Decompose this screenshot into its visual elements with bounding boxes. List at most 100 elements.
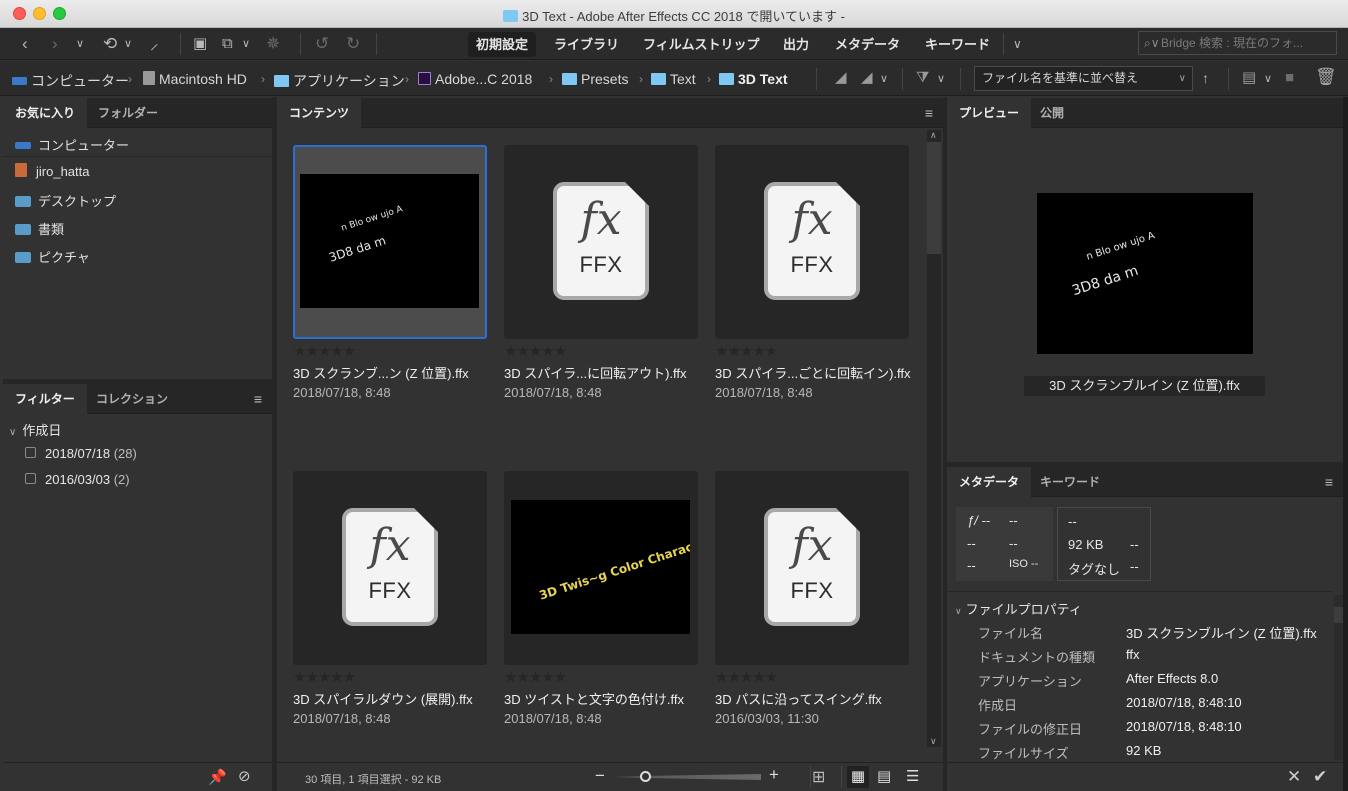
tab-preview[interactable]: プレビュー <box>947 98 1032 128</box>
favorite-item-pictures[interactable]: ピクチャ <box>15 247 90 266</box>
recent-folder-chevron-icon[interactable]: ∨ <box>1264 69 1272 89</box>
sort-ascending-icon[interactable]: ↑ <box>1202 68 1209 88</box>
refine-icon[interactable]: ✵ <box>266 34 280 54</box>
breadcrumb-adobe-ae[interactable]: Adobe...C 2018 <box>418 71 532 87</box>
breadcrumb-presets[interactable]: Presets <box>562 71 628 87</box>
breadcrumb-applications[interactable]: アプリケーション <box>274 71 405 91</box>
favorite-item-home[interactable]: jiro_hatta <box>15 163 89 179</box>
tab-publish[interactable]: 公開 <box>1028 98 1076 128</box>
property-value[interactable]: 92 KB <box>1126 743 1161 758</box>
panel-menu-icon[interactable]: ≡ <box>254 392 262 406</box>
property-value[interactable]: After Effects 8.0 <box>1126 671 1218 686</box>
rating-stars[interactable]: ★★★★★ <box>293 668 356 686</box>
panel-menu-icon[interactable]: ≡ <box>925 106 933 120</box>
rating-stars[interactable]: ★★★★★ <box>293 342 356 360</box>
quality-chevron-icon[interactable]: ∨ <box>880 69 888 89</box>
recent-folder-icon[interactable]: ▤ <box>1242 68 1256 88</box>
property-value[interactable]: ffx <box>1126 647 1140 662</box>
workspace-metadata[interactable]: メタデータ <box>827 32 908 57</box>
thumbnail-quality-icon[interactable]: ◢ <box>861 68 873 88</box>
sort-dropdown[interactable]: ファイル名を基準に並べ替え ∨ <box>974 66 1193 91</box>
breadcrumb-macintosh-hd[interactable]: Macintosh HD <box>143 71 247 87</box>
content-scroll-thumb[interactable] <box>927 142 941 254</box>
right-splitter[interactable] <box>943 97 947 791</box>
history-chevron-icon[interactable]: ∨ <box>124 34 132 54</box>
breadcrumb-3d-text[interactable]: 3D Text <box>719 71 788 87</box>
recent-chevron-icon[interactable]: ∨ <box>76 34 84 54</box>
zoom-in-icon[interactable]: + <box>769 765 779 785</box>
item-thumbnail[interactable]: 3D Twis~g Color Characters <box>504 471 698 665</box>
rating-stars[interactable]: ★★★★★ <box>504 668 567 686</box>
property-value[interactable]: 2018/07/18, 8:48:10 <box>1126 719 1242 734</box>
filter-icon[interactable]: ⧩ <box>916 68 929 88</box>
filter-chevron-icon[interactable]: ∨ <box>937 69 945 89</box>
tab-metadata[interactable]: メタデータ <box>947 467 1032 497</box>
thumbnail-view-button[interactable]: ▦ <box>847 766 869 788</box>
tab-keywords[interactable]: キーワード <box>1028 467 1112 497</box>
rating-stars[interactable]: ★★★★★ <box>504 342 567 360</box>
breadcrumb-text[interactable]: Text <box>651 71 696 87</box>
left-horizontal-splitter[interactable] <box>3 379 272 384</box>
history-icon[interactable]: ⟲ <box>103 34 117 54</box>
details-view-icon[interactable]: ▤ <box>877 767 891 785</box>
pin-icon[interactable]: 📌 <box>208 768 227 788</box>
favorite-item-computer[interactable]: コンピューター <box>15 135 129 154</box>
quality-icon[interactable]: ◢ <box>835 68 847 88</box>
tab-favorites[interactable]: お気に入り <box>3 98 88 128</box>
tab-content[interactable]: コンテンツ <box>277 98 362 128</box>
trash-icon[interactable]: 🗑 <box>1315 67 1337 87</box>
filter-section-created[interactable]: ∨ 作成日 <box>9 420 61 439</box>
item-thumbnail[interactable]: fx FFX <box>715 471 909 665</box>
scroll-down-icon[interactable]: ∨ <box>930 736 937 747</box>
bridge-search-input[interactable]: ⌕∨ Bridge 検索 : 現在のフォ... <box>1138 31 1337 55</box>
metadata-scroll-thumb[interactable] <box>1334 607 1343 623</box>
camera-icon[interactable]: ▣ <box>193 34 207 54</box>
rotate-right-icon[interactable]: ↻ <box>346 34 360 54</box>
filter-checkbox[interactable] <box>25 447 36 458</box>
tab-filter[interactable]: フィルター <box>3 384 87 414</box>
filter-checkbox[interactable] <box>25 473 36 484</box>
rating-stars[interactable]: ★★★★★ <box>715 342 778 360</box>
favorite-item-desktop[interactable]: デスクトップ <box>15 191 116 210</box>
item-thumbnail[interactable]: fx FFX <box>504 145 698 339</box>
left-splitter[interactable] <box>272 97 277 791</box>
lock-grid-icon[interactable]: ⊞ <box>812 767 825 787</box>
breadcrumb-computer[interactable]: コンピューター <box>12 71 129 91</box>
thumbnail-size-slider-knob[interactable] <box>639 771 651 782</box>
item-thumbnail[interactable]: fx FFX <box>293 471 487 665</box>
item-thumbnail[interactable]: n Blo ow ujo A 3D8 da m <box>293 145 487 339</box>
thumbnail-size-slider[interactable] <box>617 774 761 780</box>
copy-icon[interactable]: ⧉ <box>222 34 233 54</box>
file-properties-section[interactable]: ∨ ファイルプロパティ <box>955 599 1082 618</box>
item-thumbnail[interactable]: fx FFX <box>715 145 909 339</box>
property-value[interactable]: 2018/07/18, 8:48:10 <box>1126 695 1242 710</box>
filter-row[interactable]: 2016/03/03 (2) <box>25 472 130 487</box>
property-value[interactable]: 3D スクランブルイン (Z 位置).ffx <box>1126 623 1317 642</box>
rotate-left-icon[interactable]: ↺ <box>315 34 329 54</box>
copy-chevron-icon[interactable]: ∨ <box>242 34 250 54</box>
back-icon[interactable]: ‹ <box>22 34 28 54</box>
forward-icon[interactable]: › <box>52 34 58 54</box>
workspace-output[interactable]: 出力 <box>775 32 817 57</box>
boomerang-icon[interactable]: ⸝ <box>150 34 159 54</box>
panel-menu-icon[interactable]: ≡ <box>1325 475 1333 489</box>
workspace-library[interactable]: ライブラリ <box>546 32 627 57</box>
zoom-out-icon[interactable]: − <box>595 766 605 786</box>
metadata-scrollbar[interactable] <box>1334 595 1343 760</box>
workspace-filmstrip[interactable]: フィルムストリップ <box>635 32 767 57</box>
rating-stars[interactable]: ★★★★★ <box>715 668 778 686</box>
cancel-icon[interactable]: ✕ <box>1287 767 1301 787</box>
list-view-icon[interactable]: ☰ <box>906 767 919 785</box>
filter-row[interactable]: 2018/07/18 (28) <box>25 446 137 461</box>
preview-image[interactable]: n Blo ow ujo A 3D8 da m <box>1037 193 1253 354</box>
clear-filter-icon[interactable]: ⊘ <box>238 767 251 787</box>
right-horizontal-splitter[interactable] <box>947 462 1343 467</box>
workspace-keywords[interactable]: キーワード <box>917 32 998 57</box>
favorite-item-documents[interactable]: 書類 <box>15 219 64 238</box>
content-scrollbar[interactable]: ∧ ∨ <box>927 130 941 747</box>
tab-collections[interactable]: コレクション <box>84 384 180 414</box>
scroll-up-icon[interactable]: ∧ <box>930 130 937 141</box>
more-workspaces-chevron-icon[interactable]: ∨ <box>1013 34 1022 54</box>
new-folder-icon[interactable]: ■ <box>1285 68 1294 88</box>
tab-folders[interactable]: フォルダー <box>86 98 170 128</box>
